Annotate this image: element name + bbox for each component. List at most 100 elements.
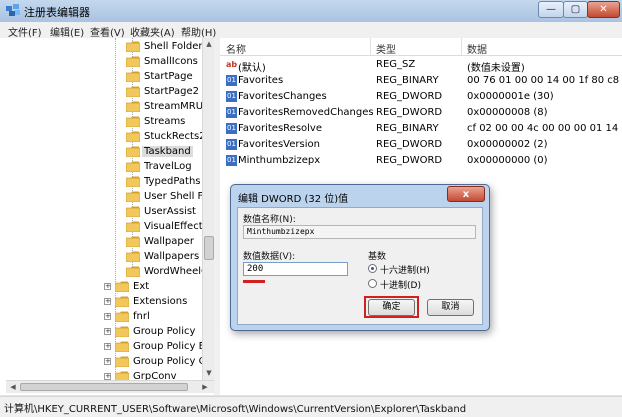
folder-icon: [126, 101, 140, 112]
folder-icon: [115, 281, 129, 292]
expand-icon[interactable]: +: [104, 373, 111, 380]
title-bar[interactable]: 注册表编辑器 — ▢ ✕: [0, 0, 622, 22]
close-button[interactable]: ✕: [587, 1, 620, 18]
value-type: REG_DWORD: [376, 107, 443, 118]
folder-icon: [126, 56, 140, 67]
tree-item[interactable]: SmallIcons: [6, 55, 202, 70]
value-data: 00 76 01 00 00 14 00 1f 80 c8 27 3: [467, 75, 622, 86]
value-name-label: 数值名称(N):: [243, 215, 296, 225]
value-type: REG_SZ: [376, 59, 416, 70]
tree-item[interactable]: StartPage: [6, 70, 202, 85]
tree-item[interactable]: TravelLog: [6, 160, 202, 175]
folder-icon: [126, 236, 140, 247]
tree-item[interactable]: StreamMRU: [6, 100, 202, 115]
folder-icon: [115, 371, 129, 380]
tree-item[interactable]: + Group Policy: [6, 325, 202, 340]
scroll-down-arrow-icon[interactable]: ▼: [204, 368, 214, 378]
tree-scroll-thumb[interactable]: [204, 236, 214, 260]
value-type: REG_BINARY: [376, 75, 439, 86]
tree-item-label: User Shell Folders: [144, 191, 202, 202]
tree-horizontal-scrollbar[interactable]: ◀ ▶: [6, 380, 214, 393]
tree-item[interactable]: Wallpapers: [6, 250, 202, 265]
tree-item[interactable]: Wallpaper: [6, 235, 202, 250]
expand-icon[interactable]: +: [104, 313, 111, 320]
tree-item-label: StreamMRU: [144, 101, 202, 112]
scroll-left-arrow-icon[interactable]: ◀: [8, 382, 18, 392]
tree-item-label: TypedPaths: [144, 176, 201, 187]
registry-value-row[interactable]: 01 FavoritesChanges REG_DWORD 0x0000001e (3…: [220, 89, 622, 105]
tree-item[interactable]: TypedPaths: [6, 175, 202, 190]
tree-item-label: Wallpaper: [144, 236, 195, 247]
list-header: 名称 类型 数据: [220, 38, 622, 56]
tree-item-label: Streams: [144, 116, 186, 127]
tree-item[interactable]: Shell Folders: [6, 40, 202, 55]
binary-value-icon: 01: [226, 123, 237, 134]
tree-item-label: Wallpapers: [144, 251, 200, 262]
value-type: REG_BINARY: [376, 123, 439, 134]
tree-item[interactable]: Taskband: [6, 145, 202, 160]
value-data: 0x00000000 (0): [467, 155, 548, 166]
menu-favorites[interactable]: 收藏夹(A): [130, 24, 175, 39]
value-type: REG_DWORD: [376, 155, 443, 166]
menu-edit[interactable]: 编辑(E): [50, 24, 84, 39]
annotation-underline: [243, 280, 265, 283]
folder-icon: [115, 311, 129, 322]
scroll-up-arrow-icon[interactable]: ▲: [204, 39, 214, 49]
registry-value-row[interactable]: 01 FavoritesRemovedChanges REG_DWORD 0x0000…: [220, 105, 622, 121]
column-divider[interactable]: [461, 38, 462, 55]
cancel-button[interactable]: 取消: [427, 299, 474, 316]
tree-item[interactable]: + Group Policy Objects: [6, 355, 202, 370]
column-divider[interactable]: [370, 38, 371, 55]
binary-value-icon: 01: [226, 75, 237, 86]
tree-item[interactable]: User Shell Folders: [6, 190, 202, 205]
tree-item[interactable]: UserAssist: [6, 205, 202, 220]
window-title: 注册表编辑器: [24, 6, 90, 19]
column-header-data[interactable]: 数据: [467, 41, 487, 56]
registry-value-row[interactable]: 01 FavoritesVersion REG_DWORD 0x00000002 (2…: [220, 137, 622, 153]
tree-item-label: Group Policy Objects: [133, 356, 202, 367]
folder-icon: [126, 176, 140, 187]
radio-selected-icon[interactable]: [368, 264, 377, 273]
tree-item-label: Group Policy Editor: [133, 341, 202, 352]
expand-icon[interactable]: +: [104, 283, 111, 290]
tree-item[interactable]: Streams: [6, 115, 202, 130]
expand-icon[interactable]: +: [104, 328, 111, 335]
menu-help[interactable]: 帮助(H): [181, 24, 216, 39]
tree-item[interactable]: StuckRects2: [6, 130, 202, 145]
menu-view[interactable]: 查看(V): [90, 24, 125, 39]
tree-item-label: TravelLog: [144, 161, 192, 172]
tree-item[interactable]: + fnrl: [6, 310, 202, 325]
expand-icon[interactable]: +: [104, 343, 111, 350]
maximize-button[interactable]: ▢: [563, 1, 588, 18]
tree-item[interactable]: + GrpConv: [6, 370, 202, 380]
registry-value-row[interactable]: 01 Minthumbzizepx REG_DWORD 0x00000000 (0): [220, 153, 622, 169]
tree-hscroll-thumb[interactable]: [20, 383, 188, 391]
dialog-close-button[interactable]: x: [447, 186, 485, 202]
annotation-highlight-box: [364, 296, 419, 318]
tree-item[interactable]: StartPage2: [6, 85, 202, 100]
registry-value-row[interactable]: 01 Favorites REG_BINARY 00 76 01 00 00 14 0…: [220, 73, 622, 89]
menu-file[interactable]: 文件(F): [8, 24, 42, 39]
tree-item[interactable]: VisualEffects: [6, 220, 202, 235]
value-data-input[interactable]: 200: [243, 262, 348, 276]
registry-tree[interactable]: Shell Folders SmallIcons StartPage StartPag…: [6, 38, 202, 380]
radio-unselected-icon[interactable]: [368, 279, 377, 288]
tree-item[interactable]: + Group Policy Editor: [6, 340, 202, 355]
tree-item[interactable]: + Ext: [6, 280, 202, 295]
scroll-right-arrow-icon[interactable]: ▶: [200, 382, 210, 392]
tree-item-label: GrpConv: [133, 371, 177, 380]
registry-value-row[interactable]: ab (默认) REG_SZ (数值未设置): [220, 57, 622, 74]
registry-value-row[interactable]: 01 FavoritesResolve REG_BINARY cf 02 00 00 …: [220, 121, 622, 137]
column-header-type[interactable]: 类型: [376, 41, 396, 56]
expand-icon[interactable]: +: [104, 298, 111, 305]
minimize-button[interactable]: —: [538, 1, 564, 18]
tree-item[interactable]: WordWheelQuery: [6, 265, 202, 280]
tree-item-label: Ext: [133, 281, 150, 292]
tree-item-label: SmallIcons: [144, 56, 198, 67]
tree-item[interactable]: + Extensions: [6, 295, 202, 310]
menu-bar: 文件(F) 编辑(E) 查看(V) 收藏夹(A) 帮助(H): [0, 22, 622, 39]
string-value-icon: ab: [226, 59, 238, 70]
column-header-name[interactable]: 名称: [226, 41, 246, 56]
dialog-body: 数值名称(N): Minthumbzizepx 数值数据(V): 200 基数 …: [237, 207, 483, 325]
expand-icon[interactable]: +: [104, 358, 111, 365]
